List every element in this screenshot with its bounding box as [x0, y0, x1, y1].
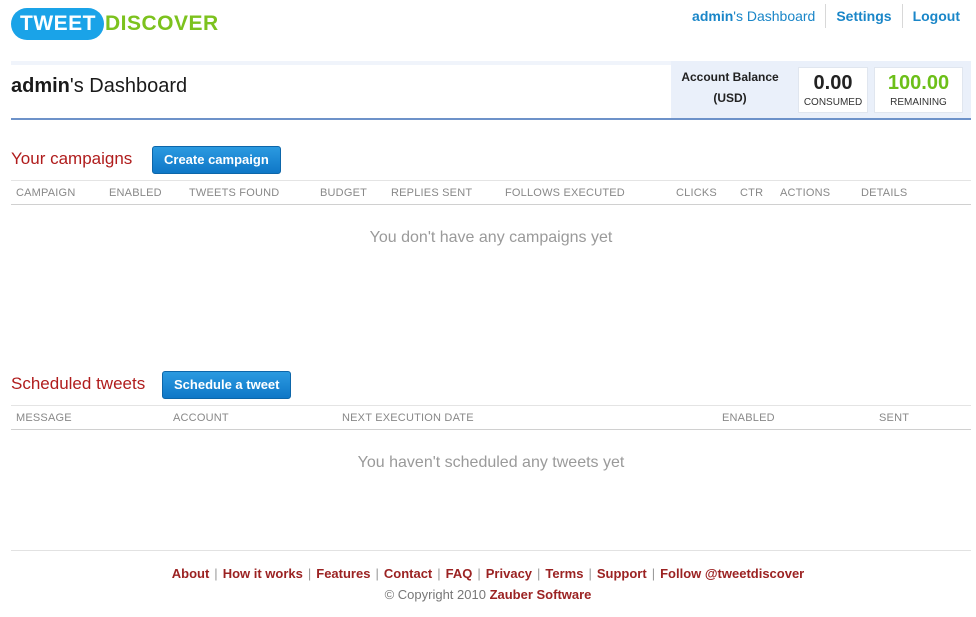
dashboard-header: admin's Dashboard Account Balance (USD) …: [11, 61, 971, 120]
create-campaign-button[interactable]: Create campaign: [152, 146, 281, 174]
col-follows-executed[interactable]: FOLLOWS EXECUTED: [505, 187, 625, 199]
copyright-text: © Copyright 2010: [384, 587, 486, 602]
consumed-label: CONSUMED: [803, 97, 863, 108]
footer-separator: |: [307, 566, 312, 581]
campaigns-title: Your campaigns: [11, 149, 133, 168]
remaining-box: 100.00 REMAINING: [874, 67, 963, 113]
footer-divider: [11, 550, 971, 551]
account-balance-currency: (USD): [713, 91, 747, 105]
col-account[interactable]: ACCOUNT: [173, 412, 229, 424]
account-balance-title: Account Balance: [681, 70, 779, 84]
footer-links: About | How it works | Features | Contact | FAQ |…: [0, 566, 976, 581]
logo-tweet: TWEET: [11, 8, 104, 40]
col-message[interactable]: MESSAGE: [16, 412, 72, 424]
nav-dashboard-user: admin: [692, 8, 734, 24]
footer-link-contact[interactable]: Contact: [384, 566, 432, 581]
footer-link-features[interactable]: Features: [316, 566, 370, 581]
remaining-value: 100.00: [887, 72, 950, 94]
top-navigation: admin's Dashboard Settings Logout: [692, 4, 970, 28]
nav-dashboard-suffix: 's Dashboard: [733, 8, 816, 24]
footer-separator: |: [477, 566, 481, 581]
col-campaign[interactable]: CAMPAIGN: [16, 187, 75, 199]
col-sent[interactable]: SENT: [879, 412, 909, 424]
footer-link-terms[interactable]: Terms: [545, 566, 583, 581]
footer-link-how-it-works[interactable]: How it works: [223, 566, 303, 581]
col-budget[interactable]: BUDGET: [320, 187, 367, 199]
col-enabled[interactable]: ENABLED: [722, 412, 775, 424]
campaigns-table-header: CAMPAIGN ENABLED TWEETS FOUND BUDGET REP…: [11, 180, 971, 205]
page-title-user: admin: [11, 75, 70, 97]
footer-link-privacy[interactable]: Privacy: [486, 566, 532, 581]
col-ctr[interactable]: CTR: [740, 187, 763, 199]
consumed-box: 0.00 CONSUMED: [798, 67, 868, 113]
footer-separator: |: [375, 566, 379, 581]
company-link[interactable]: Zauber Software: [490, 587, 592, 602]
col-actions[interactable]: ACTIONS: [780, 187, 830, 199]
footer-link-faq[interactable]: FAQ: [446, 566, 473, 581]
footer-link-support[interactable]: Support: [597, 566, 647, 581]
footer-link-about[interactable]: About: [172, 566, 210, 581]
col-details[interactable]: DETAILS: [861, 187, 907, 199]
copyright: © Copyright 2010 Zauber Software: [0, 587, 976, 602]
page-title-suffix: 's Dashboard: [69, 75, 188, 97]
header-divider: [11, 118, 971, 120]
logo-discover: DISCOVER: [105, 12, 219, 35]
footer-separator: |: [537, 566, 541, 581]
nav-dashboard-link[interactable]: admin's Dashboard: [692, 4, 825, 28]
col-clicks[interactable]: CLICKS: [676, 187, 717, 199]
scheduled-tweets-title: Scheduled tweets: [11, 374, 146, 393]
scheduled-table-header: MESSAGE ACCOUNT NEXT EXECUTION DATE ENAB…: [11, 405, 971, 430]
nav-logout-link[interactable]: Logout: [903, 4, 970, 28]
footer-separator: |: [437, 566, 441, 581]
col-enabled[interactable]: ENABLED: [109, 187, 162, 199]
campaigns-empty-message: You don't have any campaigns yet: [369, 229, 613, 246]
scheduled-empty-message: You haven't scheduled any tweets yet: [357, 454, 625, 471]
col-next-execution-date[interactable]: NEXT EXECUTION DATE: [342, 412, 474, 424]
footer-link-follow[interactable]: Follow @tweetdiscover: [660, 566, 804, 581]
consumed-value: 0.00: [813, 72, 853, 94]
col-tweets-found[interactable]: TWEETS FOUND: [189, 187, 279, 199]
footer-separator: |: [214, 566, 218, 581]
remaining-label: REMAINING: [890, 97, 947, 108]
schedule-tweet-button[interactable]: Schedule a tweet: [162, 371, 292, 399]
tweetdiscover-logo[interactable]: TWEET DISCOVER: [11, 7, 219, 41]
footer-separator: |: [588, 566, 592, 581]
nav-settings-link[interactable]: Settings: [826, 4, 901, 28]
page-title: admin's Dashboard: [11, 75, 187, 98]
footer-separator: |: [651, 566, 656, 581]
col-replies-sent[interactable]: REPLIES SENT: [391, 187, 472, 199]
account-balance-label: Account Balance (USD): [675, 67, 785, 109]
